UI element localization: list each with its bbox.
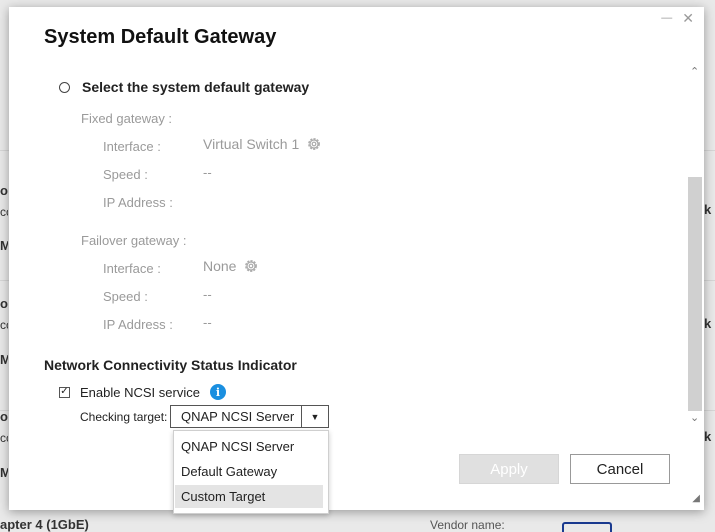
apply-button[interactable]: Apply [459, 454, 559, 484]
chevron-down-icon[interactable]: ▼ [301, 406, 328, 427]
enable-ncsi-label: Enable NCSI service [80, 384, 200, 400]
cancel-button[interactable]: Cancel [570, 454, 670, 484]
failover-interface-value: None [203, 258, 259, 274]
bg-fragment: op [0, 409, 8, 424]
dropdown-option-default-gateway[interactable]: Default Gateway [175, 460, 323, 483]
ncsi-section-title: Network Connectivity Status Indicator [44, 357, 297, 373]
radio-label: Select the system default gateway [82, 79, 310, 95]
resize-grip-icon[interactable]: ◢ [692, 493, 700, 504]
checking-target-select[interactable]: QNAP NCSI Server ▼ [170, 405, 329, 428]
bg-adapter-label: apter 4 (1GbE) [0, 517, 89, 532]
bg-fragment: op [0, 183, 8, 198]
dialog-title: System Default Gateway [44, 26, 277, 48]
gear-icon[interactable] [243, 258, 259, 274]
fixed-speed-label: Speed : [103, 167, 148, 182]
bg-fragment: Mb [0, 238, 8, 253]
minimize-icon[interactable]: — [661, 12, 672, 24]
info-icon[interactable]: i [209, 384, 226, 400]
bg-vendor-label: Vendor name: [430, 518, 505, 532]
enable-ncsi-checkbox[interactable]: ✓ [59, 386, 70, 398]
fixed-ip-label: IP Address : [103, 195, 173, 210]
fixed-speed-value: -- [203, 165, 212, 180]
gateway-dialog: — ✕ System Default Gateway ⌃ ⌄ Select th… [9, 7, 704, 514]
dropdown-option-qnap-ncsi[interactable]: QNAP NCSI Server [175, 435, 323, 458]
fixed-gateway-heading: Fixed gateway : [81, 111, 173, 126]
gear-icon[interactable] [306, 136, 322, 152]
default-gateway-radio-row[interactable]: Select the system default gateway [59, 79, 309, 95]
checking-target-label: Checking target: [80, 410, 168, 424]
enable-ncsi-row[interactable]: ✓ Enable NCSI service i [59, 384, 226, 400]
bg-fragment: cc [0, 205, 8, 219]
scroll-down-icon[interactable]: ⌄ [690, 411, 699, 424]
fixed-interface-text: Virtual Switch 1 [203, 136, 300, 152]
failover-gateway-heading: Failover gateway : [81, 233, 187, 248]
selected-target: QNAP NCSI Server [181, 409, 295, 424]
bg-fragment: cc [0, 318, 8, 332]
bg-fragment: cc [0, 431, 8, 445]
bg-fragment: Mb [0, 352, 8, 367]
failover-ip-label: IP Address : [103, 317, 173, 332]
failover-interface-text: None [203, 258, 237, 274]
fixed-interface-label: Interface : [103, 139, 161, 154]
bg-fragment: Mb [0, 465, 8, 480]
failover-ip-value: -- [203, 315, 212, 330]
window-controls: — ✕ [661, 11, 694, 25]
failover-interface-label: Interface : [103, 261, 161, 276]
vendor-logo [562, 522, 612, 532]
failover-speed-value: -- [203, 287, 212, 302]
default-gateway-radio[interactable] [59, 81, 70, 93]
fixed-interface-value: Virtual Switch 1 [203, 136, 322, 152]
scrollbar-thumb[interactable] [688, 177, 702, 411]
close-icon[interactable]: ✕ [682, 11, 694, 25]
bg-fragment: op [0, 296, 8, 311]
failover-speed-label: Speed : [103, 289, 148, 304]
scrollbar[interactable]: ⌃ ⌄ [688, 65, 702, 431]
scroll-up-icon[interactable]: ⌃ [690, 65, 699, 78]
dropdown-option-custom-target[interactable]: Custom Target [175, 485, 323, 508]
checking-target-dropdown: QNAP NCSI Server Default Gateway Custom … [173, 430, 329, 514]
